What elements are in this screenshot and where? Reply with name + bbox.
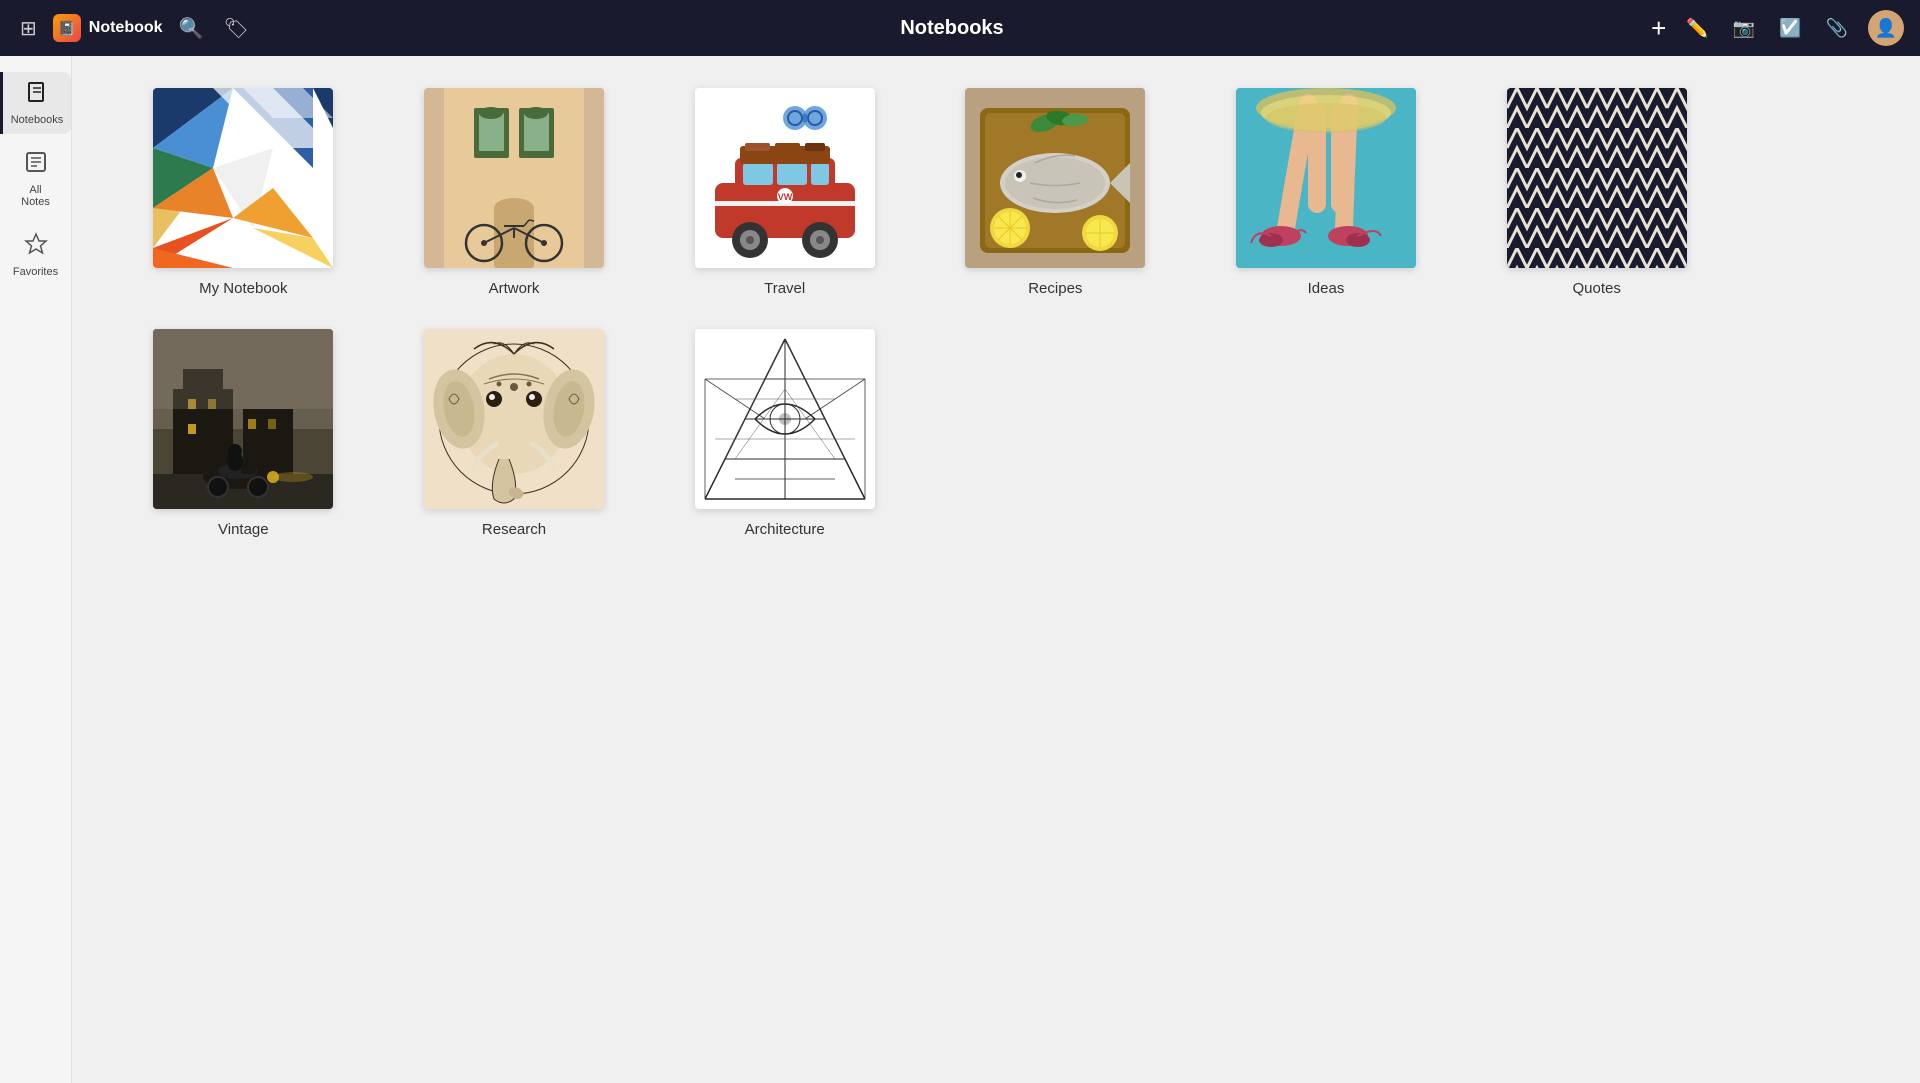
page-title: Notebooks: [253, 17, 1651, 40]
tag-button[interactable]: 🏷: [219, 12, 252, 45]
notebook-architecture[interactable]: Architecture: [661, 329, 908, 538]
notebook-cover-architecture: [695, 329, 875, 509]
sidebar-all-notes-label: All Notes: [14, 184, 58, 208]
avatar[interactable]: 👤: [1868, 10, 1904, 46]
notebook-architecture-label: Architecture: [745, 521, 825, 538]
search-button[interactable]: 🔍: [175, 12, 208, 45]
notebook-artwork[interactable]: Artwork: [391, 88, 638, 297]
notebook-travel-label: Travel: [764, 280, 805, 297]
sidebar-item-favorites[interactable]: Favorites: [2, 224, 70, 286]
header-right: + ✏️ 📷 ☑️ 📎 👤: [1651, 10, 1904, 46]
notebook-cover-research: [424, 329, 604, 509]
notebook-research[interactable]: Research: [391, 329, 638, 538]
notebook-cover-vintage: [153, 329, 333, 509]
notebook-ideas-label: Ideas: [1308, 280, 1345, 297]
sidebar-favorites-label: Favorites: [13, 266, 58, 278]
notebook-travel[interactable]: VW Travel: [661, 88, 908, 297]
header: ⊞ 📓 Notebook 🔍 🏷 Notebooks + ✏️ 📷 ☑️ 📎 👤: [0, 0, 1920, 56]
sidebar-item-all-notes[interactable]: All Notes: [2, 142, 70, 216]
header-left: ⊞ 📓 Notebook 🔍 🏷: [16, 12, 253, 45]
notebook-artwork-label: Artwork: [489, 280, 540, 297]
notebook-cover-ideas: [1236, 88, 1416, 268]
svg-text:VW: VW: [777, 192, 792, 202]
sidebar-notebooks-label: Notebooks: [11, 114, 64, 126]
notebook-vintage-label: Vintage: [218, 521, 269, 538]
app-name: Notebook: [89, 19, 163, 37]
add-notebook-button[interactable]: +: [1651, 15, 1666, 41]
camera-button[interactable]: 📷: [1729, 14, 1759, 43]
notebook-quotes-label: Quotes: [1572, 280, 1620, 297]
app-logo: 📓 Notebook: [53, 14, 163, 42]
main-content: My Notebook: [72, 56, 1920, 1083]
notebook-cover-recipes: [965, 88, 1145, 268]
notebook-cover-artwork: [424, 88, 604, 268]
notebook-cover-travel: VW: [695, 88, 875, 268]
notebook-quotes[interactable]: Quotes: [1473, 88, 1720, 297]
favorites-icon: [24, 232, 48, 262]
notebook-cover-quotes: [1507, 88, 1687, 268]
app-logo-icon: 📓: [53, 14, 81, 42]
notebook-recipes[interactable]: Recipes: [932, 88, 1179, 297]
notebooks-grid: My Notebook: [120, 88, 1720, 538]
notebook-cover-my-notebook: [153, 88, 333, 268]
edit-button[interactable]: ✏️: [1682, 14, 1712, 43]
app-grid-button[interactable]: ⊞: [16, 12, 41, 45]
notebooks-icon: [25, 80, 49, 110]
notebook-ideas[interactable]: Ideas: [1203, 88, 1450, 297]
paperclip-button[interactable]: 📎: [1822, 14, 1852, 43]
all-notes-icon: [24, 150, 48, 180]
check-button[interactable]: ☑️: [1775, 14, 1805, 43]
notebook-my-notebook-label: My Notebook: [199, 280, 287, 297]
notebook-recipes-label: Recipes: [1028, 280, 1082, 297]
notebook-vintage[interactable]: Vintage: [120, 329, 367, 538]
notebook-my-notebook[interactable]: My Notebook: [120, 88, 367, 297]
sidebar-item-notebooks[interactable]: Notebooks: [0, 72, 71, 134]
body: Notebooks All Notes Favorites: [0, 56, 1920, 1083]
sidebar: Notebooks All Notes Favorites: [0, 56, 72, 1083]
notebook-research-label: Research: [482, 521, 546, 538]
